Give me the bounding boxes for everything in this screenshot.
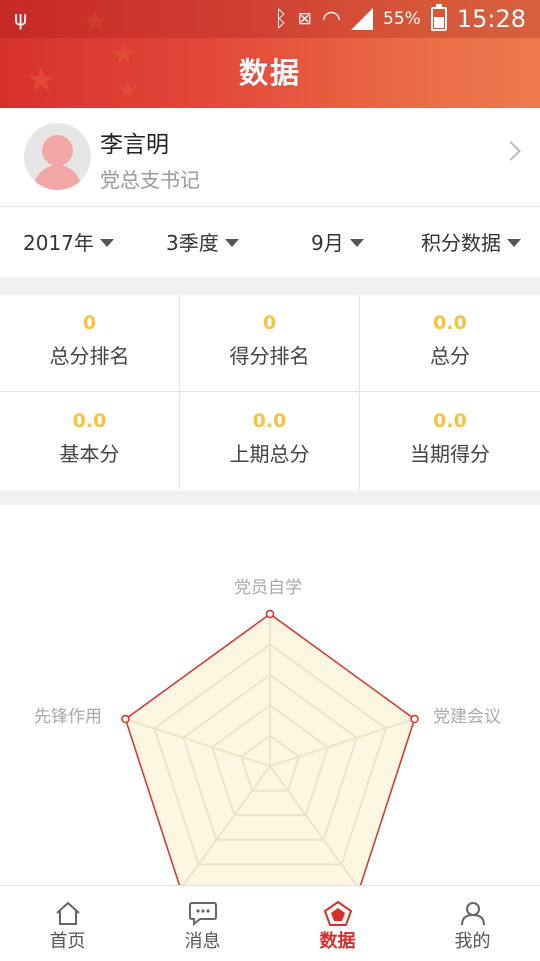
clock: 15:28 — [456, 5, 526, 33]
radar-chart — [121, 609, 419, 885]
avatar-body — [34, 165, 81, 190]
profile-role: 党总支书记 — [100, 168, 200, 192]
filter-bar: 2017年 3季度 9月 积分数据 — [0, 207, 540, 277]
status-bar: ψ ᛒ ⊠ ◠ 55% 15:28 — [0, 0, 540, 38]
stat-value: 0.0 — [433, 410, 467, 432]
radar-vertex — [121, 714, 130, 724]
message-icon — [188, 902, 217, 926]
nav-data[interactable]: 数据 — [270, 886, 405, 961]
wifi-icon: ◠ — [321, 6, 342, 32]
battery-percent: 55% — [383, 9, 421, 29]
month-filter-label: 9月 — [311, 231, 344, 255]
profile-row[interactable]: 李言明 党总支书记 — [0, 108, 540, 207]
usb-icon: ψ — [14, 6, 28, 30]
quarter-filter[interactable]: 3季度 — [166, 227, 239, 256]
stat-total-rank: 0 总分排名 — [0, 295, 180, 392]
radar-panel: 党员自学 党建会议 先锋作用 — [0, 505, 540, 885]
profile-name: 李言明 — [100, 132, 169, 158]
radar-axis-label: 党员自学 — [234, 578, 302, 598]
radar-axis-label: 党建会议 — [433, 707, 501, 727]
top-bar: ★ ★ ★ ★ ψ ᛒ ⊠ ◠ 55% 15:28 数据 — [0, 0, 540, 108]
nav-mine[interactable]: 我的 — [405, 886, 540, 961]
vibrate-icon: ⊠ — [297, 9, 312, 29]
profile-icon — [460, 902, 485, 926]
battery-icon — [430, 4, 447, 31]
stat-label: 总分排名 — [49, 344, 130, 368]
year-filter-label: 2017年 — [23, 231, 94, 255]
dropdown-arrow-icon — [507, 238, 521, 247]
nav-label: 消息 — [184, 931, 221, 952]
avatar — [24, 123, 91, 190]
radar-vertex — [265, 609, 275, 619]
stat-current-score: 0.0 当期得分 — [360, 393, 540, 490]
nav-label: 数据 — [319, 931, 356, 952]
stat-previous-total: 0.0 上期总分 — [180, 393, 360, 490]
year-filter[interactable]: 2017年 — [23, 227, 114, 256]
nav-label: 我的 — [454, 931, 491, 952]
signal-icon — [351, 8, 374, 30]
stat-value: 0.0 — [72, 410, 107, 432]
dropdown-arrow-icon — [224, 238, 239, 247]
page-title: 数据 — [238, 56, 301, 90]
data-type-filter[interactable]: 积分数据 — [421, 227, 521, 256]
stat-value: 0.0 — [252, 410, 287, 432]
bottom-nav: 首页 消息 数据 我的 — [0, 885, 540, 961]
stat-label: 得分排名 — [229, 344, 310, 368]
stats-grid: 0 总分排名 0 得分排名 0.0 总分 0.0 基本分 0.0 上期总分 0.… — [0, 295, 540, 491]
stat-score-rank: 0 得分排名 — [180, 295, 360, 392]
stat-label: 当期得分 — [410, 442, 490, 466]
stat-total-score: 0.0 总分 — [360, 295, 540, 392]
bluetooth-icon: ᛒ — [274, 6, 288, 32]
home-icon — [55, 901, 80, 925]
stat-label: 总分 — [430, 344, 470, 368]
chevron-right-icon — [501, 141, 521, 161]
dropdown-arrow-icon — [349, 238, 364, 247]
nav-label: 首页 — [49, 931, 86, 952]
nav-messages[interactable]: 消息 — [135, 886, 270, 961]
stat-label: 基本分 — [59, 442, 120, 466]
avatar-head — [42, 135, 73, 166]
nav-home[interactable]: 首页 — [0, 886, 135, 961]
stat-label: 上期总分 — [229, 442, 310, 466]
radar-vertex — [410, 714, 419, 724]
data-icon — [323, 900, 352, 926]
radar-axis-label: 先锋作用 — [34, 707, 102, 727]
stat-base-score: 0.0 基本分 — [0, 393, 180, 490]
month-filter[interactable]: 9月 — [311, 227, 364, 256]
stat-value: 0 — [262, 312, 277, 334]
data-type-filter-label: 积分数据 — [421, 231, 501, 255]
stat-value: 0 — [82, 312, 97, 334]
stat-value: 0.0 — [433, 312, 467, 334]
quarter-filter-label: 3季度 — [166, 231, 219, 255]
dropdown-arrow-icon — [99, 238, 114, 247]
